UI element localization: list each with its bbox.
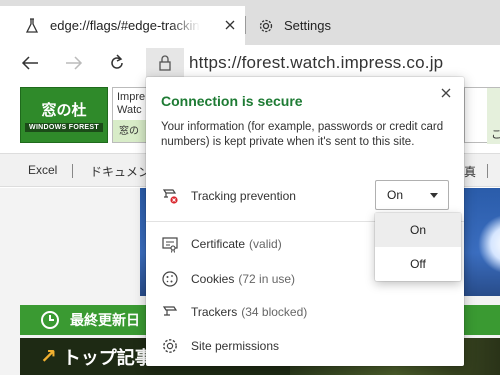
tab-settings[interactable]: Settings bbox=[246, 6, 500, 45]
menu-divider bbox=[72, 164, 73, 178]
flask-icon bbox=[24, 17, 40, 34]
refresh-icon bbox=[111, 54, 123, 69]
connection-status-title: Connection is secure bbox=[161, 93, 303, 109]
reload-button[interactable] bbox=[103, 49, 131, 77]
close-icon[interactable] bbox=[439, 86, 453, 100]
site-info-button[interactable] bbox=[146, 48, 184, 78]
tracking-prevention-dropdown: On Off bbox=[375, 213, 461, 281]
dropdown-option-on[interactable]: On bbox=[375, 213, 461, 247]
menu-divider bbox=[487, 164, 488, 178]
trackers-row[interactable]: Trackers (34 blocked) bbox=[161, 300, 307, 324]
impress-text-2: Watc bbox=[117, 104, 142, 116]
menu-item-document[interactable]: ドキュメン bbox=[90, 163, 150, 180]
top-article-label: トップ記事 bbox=[62, 347, 153, 368]
back-button[interactable] bbox=[16, 49, 44, 77]
arrow-left-icon bbox=[21, 56, 38, 70]
dropdown-option-off[interactable]: Off bbox=[375, 247, 461, 281]
tab-strip: edge://flags/#edge-tracking-prevention S… bbox=[0, 0, 500, 45]
tab-flags[interactable]: edge://flags/#edge-tracking-prevention bbox=[0, 6, 245, 45]
forward-button[interactable] bbox=[60, 49, 88, 77]
gear-icon bbox=[161, 337, 179, 355]
logo-subtitle: WINDOWS FOREST bbox=[25, 122, 103, 132]
certificate-label: Certificate bbox=[191, 237, 246, 251]
site-logo[interactable]: 窓の杜 WINDOWS FOREST bbox=[20, 87, 108, 143]
toolbar: https://forest.watch.impress.co.jp bbox=[0, 45, 500, 81]
site-permissions-row[interactable]: Site permissions bbox=[161, 334, 279, 358]
impress-band: 窓の bbox=[113, 120, 147, 142]
cookies-label: Cookies bbox=[191, 272, 235, 286]
trackers-icon bbox=[161, 303, 179, 321]
impress-text-1: Impre bbox=[117, 91, 146, 103]
trending-icon: ↗ bbox=[40, 346, 57, 368]
side-link-text: こ bbox=[491, 129, 500, 141]
certificate-detail: (valid) bbox=[249, 237, 282, 251]
certificate-row[interactable]: Certificate (valid) bbox=[161, 232, 282, 256]
tracking-prevention-select[interactable]: On bbox=[375, 180, 449, 210]
address-bar[interactable]: https://forest.watch.impress.co.jp bbox=[189, 53, 443, 73]
tracking-prevention-row: Tracking prevention bbox=[161, 184, 296, 208]
menu-item-excel[interactable]: Excel bbox=[28, 163, 57, 177]
close-icon[interactable] bbox=[223, 18, 237, 32]
side-link-box[interactable]: こ bbox=[464, 87, 500, 144]
connection-description: Your information (for example, passwords… bbox=[161, 121, 444, 148]
tab-title: edge://flags/#edge-tracking-prevention bbox=[50, 18, 200, 33]
logo-title: 窓の杜 bbox=[41, 100, 87, 119]
tracking-prevention-value: On bbox=[387, 188, 404, 202]
cookie-icon bbox=[161, 270, 179, 288]
trackers-detail: (34 blocked) bbox=[241, 305, 308, 319]
site-permissions-label: Site permissions bbox=[191, 339, 280, 353]
trackers-label: Trackers bbox=[191, 305, 238, 319]
last-updated-label: 最終更新日 bbox=[70, 312, 140, 328]
cookies-detail: (72 in use) bbox=[238, 272, 296, 286]
impress-watch-link[interactable]: Impre Watc 窓の bbox=[112, 87, 148, 143]
gear-icon bbox=[258, 18, 274, 34]
tracking-prevention-label: Tracking prevention bbox=[191, 189, 296, 203]
caret-down-icon bbox=[430, 193, 438, 198]
tracking-prevention-icon bbox=[161, 187, 179, 205]
lock-icon bbox=[159, 55, 171, 71]
clock-icon bbox=[41, 311, 59, 329]
menu-item-photo[interactable]: 真 bbox=[464, 163, 476, 180]
arrow-right-icon bbox=[66, 56, 83, 70]
certificate-icon bbox=[161, 235, 179, 253]
tab-title: Settings bbox=[284, 18, 331, 33]
cookies-row[interactable]: Cookies (72 in use) bbox=[161, 267, 295, 291]
